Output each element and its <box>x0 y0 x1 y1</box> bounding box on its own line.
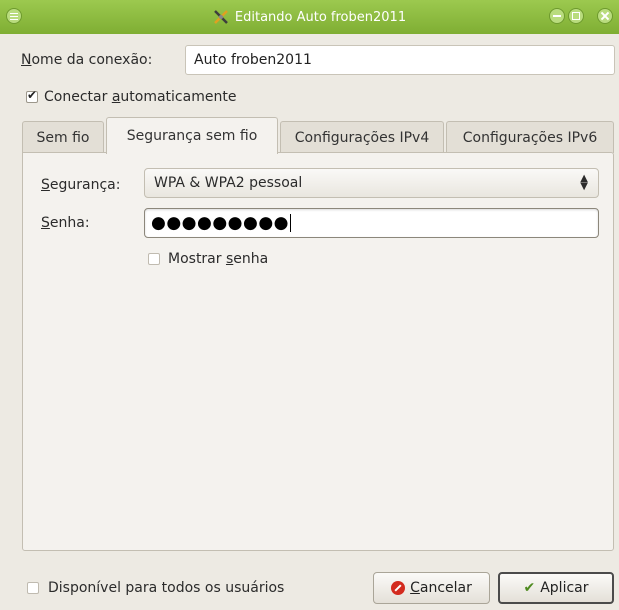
window-title: Editando Auto froben2011 <box>234 9 407 25</box>
connection-editor-window: Editando Auto froben2011 Nome da conexão… <box>0 0 619 610</box>
security-selected-value: WPA & WPA2 pessoal <box>154 175 303 191</box>
tab-ipv4-settings[interactable]: Configurações IPv4 <box>280 121 444 153</box>
tab-wireless-security[interactable]: Segurança sem fio <box>106 117 278 154</box>
minimize-button[interactable] <box>549 8 565 24</box>
available-all-users-row[interactable]: Disponível para todos os usuários <box>27 578 284 598</box>
available-all-users-checkbox[interactable] <box>27 582 39 594</box>
connection-name-label: Nome da conexão: <box>21 52 153 68</box>
tab-wireless[interactable]: Sem fio <box>22 121 104 153</box>
checkmark-icon: ✔ <box>523 580 536 596</box>
close-button[interactable] <box>597 8 613 24</box>
password-input[interactable]: ●●●●●●●●● <box>144 208 599 238</box>
auto-connect-label: Conectar automaticamente <box>44 89 237 105</box>
auto-connect-checkbox-row[interactable]: Conectar automaticamente <box>26 87 236 107</box>
network-tool-icon <box>214 10 228 24</box>
show-password-checkbox[interactable] <box>148 253 160 265</box>
updown-arrows-icon: ▲ ▼ <box>580 173 588 192</box>
title-bar[interactable]: Editando Auto froben2011 <box>0 0 619 34</box>
cancel-icon <box>391 581 406 595</box>
show-password-label: Mostrar senha <box>168 251 269 267</box>
cancel-button[interactable]: Cancelar <box>373 572 490 604</box>
maximize-button[interactable] <box>568 8 584 24</box>
password-label: Senha: <box>41 215 90 231</box>
text-caret <box>290 214 292 232</box>
security-select[interactable]: WPA & WPA2 pessoal ▲ ▼ <box>144 168 599 198</box>
connection-name-input[interactable] <box>185 45 615 75</box>
show-password-row[interactable]: Mostrar senha <box>148 249 268 269</box>
tab-ipv6-settings[interactable]: Configurações IPv6 <box>446 121 614 153</box>
available-all-users-label: Disponível para todos os usuários <box>48 580 285 596</box>
apply-button[interactable]: ✔ Aplicar <box>498 572 614 604</box>
auto-connect-checkbox[interactable] <box>26 88 38 103</box>
security-label: Segurança: <box>41 177 121 193</box>
